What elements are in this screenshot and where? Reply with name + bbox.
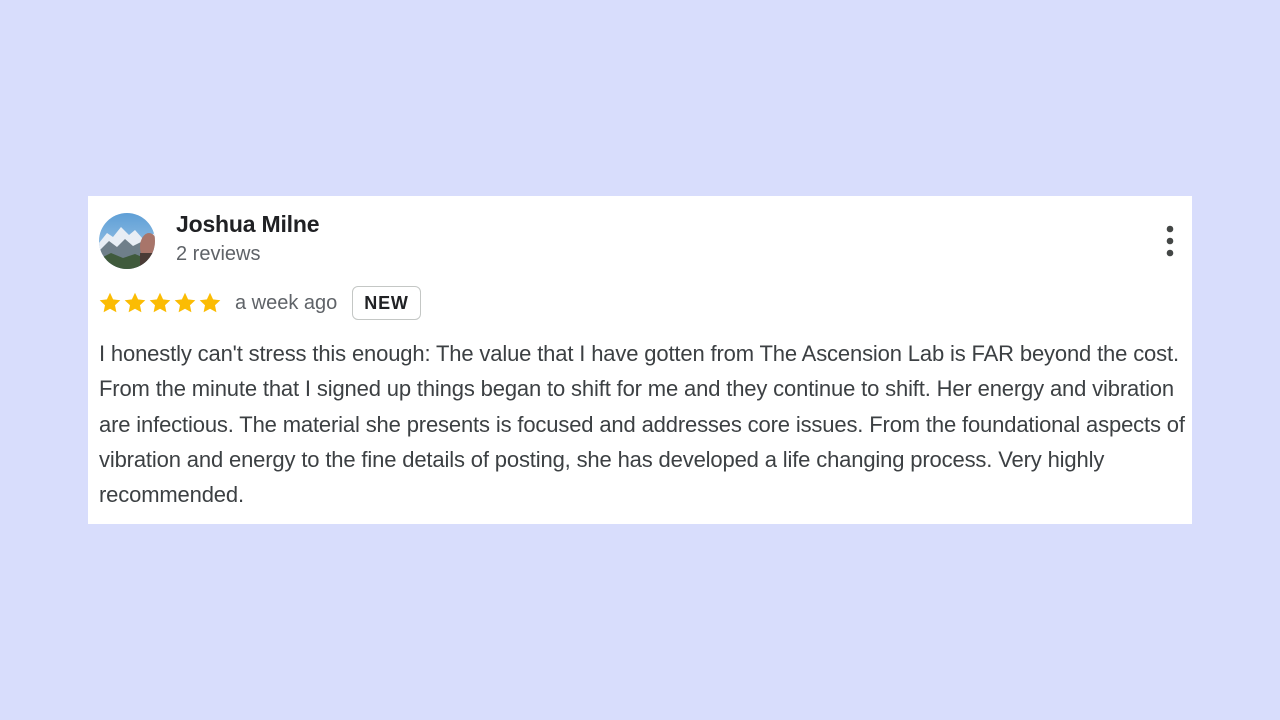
review-date: a week ago bbox=[235, 291, 338, 314]
reviewer-name[interactable]: Joshua Milne bbox=[176, 211, 319, 238]
star-icon bbox=[173, 291, 197, 315]
star-icon bbox=[198, 291, 222, 315]
star-icon bbox=[123, 291, 147, 315]
reviewer-avatar[interactable] bbox=[99, 213, 155, 269]
star-icon bbox=[148, 291, 172, 315]
more-vert-icon bbox=[1166, 225, 1174, 257]
new-badge: NEW bbox=[352, 286, 421, 320]
more-options-button[interactable] bbox=[1156, 224, 1184, 258]
avatar-photo-icon bbox=[99, 213, 155, 269]
reviewer-review-count[interactable]: 2 reviews bbox=[176, 243, 260, 266]
review-card: Joshua Milne 2 reviews a week ago NEW I … bbox=[88, 196, 1192, 524]
star-icon bbox=[98, 291, 122, 315]
review-text: I honestly can't stress this enough: The… bbox=[99, 341, 1185, 508]
rating-row: a week ago NEW bbox=[98, 284, 421, 322]
star-rating bbox=[98, 291, 222, 315]
